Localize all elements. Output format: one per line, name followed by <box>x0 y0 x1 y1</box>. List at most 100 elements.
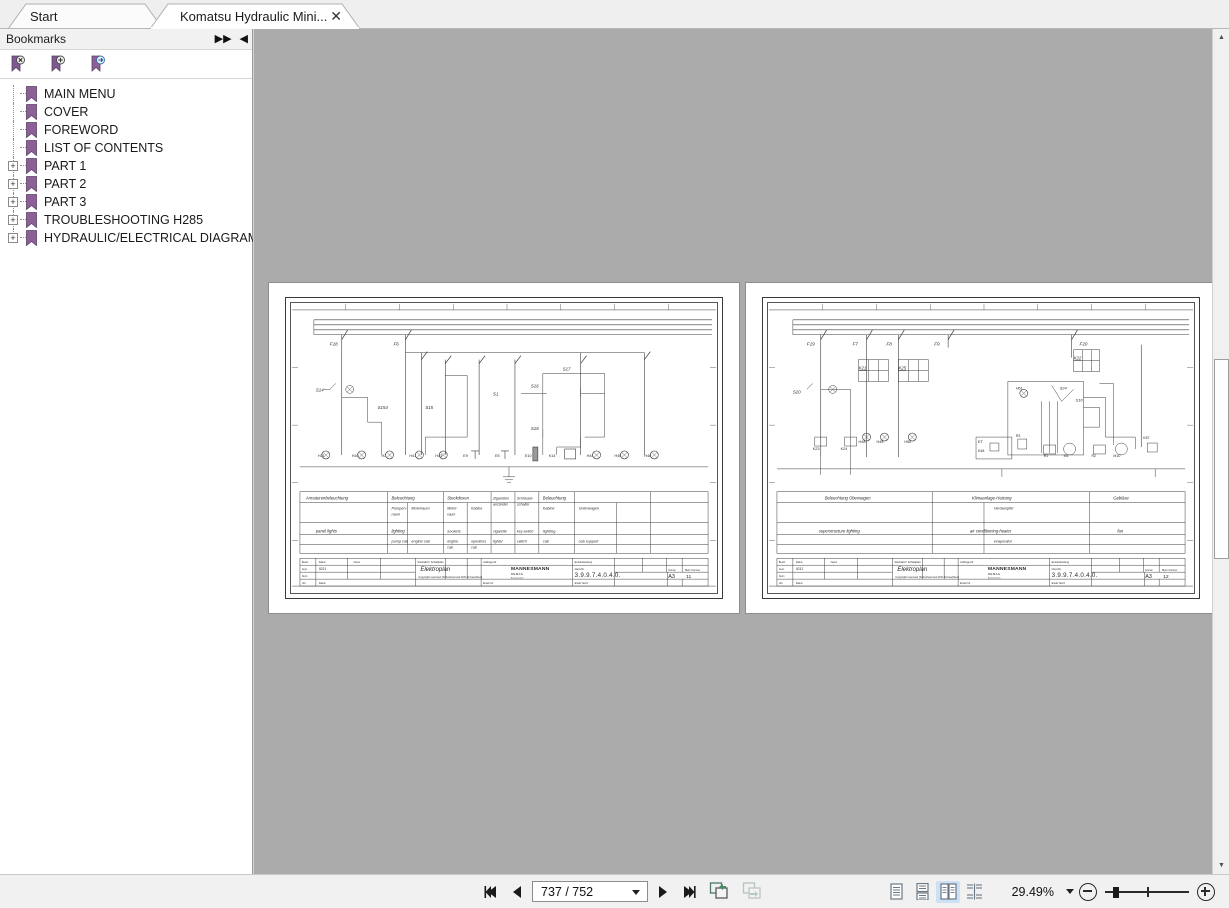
bookmark-item-hydraulic-electrical-diagram[interactable]: + HYDRAULIC/ELECTRICAL DIAGRAM <box>0 229 258 247</box>
svg-text:M10: M10 <box>1113 454 1120 458</box>
tree-line <box>13 103 14 121</box>
tab-bar: Start Komatsu Hydraulic Mini... ✕ <box>0 0 1229 29</box>
bookmark-label: FOREWORD <box>44 123 119 137</box>
bookmark-label: LIST OF CONTENTS <box>44 141 164 155</box>
view-mode-continuous[interactable] <box>910 881 934 903</box>
svg-text:pump cab: pump cab <box>391 539 409 543</box>
svg-text:Baumaschinen: Baumaschinen <box>988 578 1000 580</box>
svg-text:Klimaanlage-Heizung: Klimaanlage-Heizung <box>972 496 1012 501</box>
page-navigation-group: 737 / 752 <box>480 881 766 903</box>
svg-text:Unterwagen: Unterwagen <box>579 507 599 511</box>
svg-text:ET: ET <box>978 439 984 444</box>
scroll-up-icon[interactable]: ▲ <box>1213 29 1229 46</box>
bottom-toolbar: 737 / 752 29.49% <box>0 874 1229 908</box>
svg-text:S14: S14 <box>316 387 324 392</box>
svg-text:S15: S15 <box>425 405 433 410</box>
insert-page-button[interactable] <box>742 881 766 903</box>
svg-text:lighter: lighter <box>493 539 504 543</box>
tab-start[interactable]: Start <box>8 3 163 29</box>
bookmark-item-part-1[interactable]: + PART 1 <box>0 157 252 175</box>
collapse-panel-button[interactable]: ◀ <box>240 34 248 45</box>
extract-page-icon <box>709 881 728 899</box>
next-page-button[interactable] <box>652 881 674 903</box>
view-mode-two-page-continuous[interactable] <box>962 881 986 903</box>
last-page-button[interactable] <box>678 881 700 903</box>
expand-toggle-icon[interactable]: + <box>8 197 18 207</box>
svg-text:Pumpen-: Pumpen- <box>392 507 408 511</box>
svg-text:operators: operators <box>471 539 486 543</box>
expand-toggle-icon[interactable]: + <box>8 233 18 243</box>
zoom-slider[interactable] <box>1105 883 1189 901</box>
svg-text:Elektroplan: Elektroplan <box>897 567 928 573</box>
svg-text:Ersatz für: Ersatz für <box>483 582 493 585</box>
two-page-continuous-icon <box>966 883 982 900</box>
scroll-down-icon[interactable]: ▼ <box>1213 857 1229 874</box>
page-number-value: 737 / 752 <box>541 884 594 899</box>
tab-komatsu-document[interactable]: Komatsu Hydraulic Mini... ✕ <box>150 3 360 29</box>
zoom-slider-thumb[interactable] <box>1113 886 1119 898</box>
svg-text:H21: H21 <box>318 454 325 458</box>
zoom-dropdown-icon[interactable] <box>1066 889 1074 894</box>
bookmark-flag-icon <box>26 86 37 102</box>
svg-text:Verdampfer: Verdampfer <box>994 507 1014 511</box>
pdf-page-right[interactable]: F19 F7 F8 F9 F20 S20 K21 K25 K22 K23 K24… <box>746 283 1212 613</box>
pdf-page-left[interactable]: F18 F6 S14 S154 S15 S1 S16 S18 S17 H21 H… <box>269 283 739 613</box>
bookmark-item-main-menu[interactable]: MAIN MENU <box>0 85 252 103</box>
svg-text:R3: R3 <box>1016 434 1021 438</box>
svg-text:Elektroplan: Elektroplan <box>420 567 451 573</box>
expand-toggle-icon[interactable]: + <box>8 161 18 171</box>
delete-bookmark-icon[interactable] <box>9 55 26 73</box>
bookmark-flag-icon <box>26 194 37 210</box>
svg-text:H51: H51 <box>1016 386 1023 390</box>
zoom-in-button[interactable] <box>1197 882 1215 901</box>
svg-text:S1: S1 <box>493 391 499 396</box>
zoom-level-value: 29.49% <box>1011 884 1054 899</box>
bookmark-item-foreword[interactable]: FOREWORD <box>0 121 252 139</box>
close-icon[interactable]: ✕ <box>330 9 342 23</box>
svg-text:Norm: Norm <box>302 576 308 578</box>
svg-text:3.9.9.7.4.0.4.0.: 3.9.9.7.4.0.4.0. <box>575 572 621 579</box>
bookmark-item-part-2[interactable]: + PART 2 <box>0 175 252 193</box>
svg-text:fan: fan <box>1117 528 1123 533</box>
bookmark-item-list-of-contents[interactable]: LIST OF CONTENTS <box>0 139 252 157</box>
page-number-input[interactable]: 737 / 752 <box>532 881 648 902</box>
bookmark-label: PART 2 <box>44 177 87 191</box>
goto-bookmark-icon[interactable] <box>89 55 106 73</box>
svg-text:Beleuchtung: Beleuchtung <box>543 496 567 501</box>
svg-text:Copyright reserved (Schutzverm: Copyright reserved (Schutzvermerk DIN 34… <box>418 575 482 579</box>
two-page-icon <box>939 883 957 900</box>
first-page-button[interactable] <box>480 881 502 903</box>
bookmark-flag-icon <box>26 230 37 246</box>
svg-text:Ident-Nr.: Ident-Nr. <box>575 567 585 571</box>
svg-text:cab: cab <box>471 545 477 549</box>
expand-toggle-icon[interactable]: + <box>8 215 18 225</box>
expand-all-button[interactable]: ▶▶ <box>215 34 232 45</box>
svg-text:H44: H44 <box>587 454 594 458</box>
bookmark-flag-icon <box>26 140 37 156</box>
svg-text:R2: R2 <box>1091 454 1096 458</box>
add-bookmark-icon[interactable] <box>49 55 66 73</box>
svg-text:Entstehandung: Entstehandung <box>575 560 593 564</box>
svg-text:Verdrahtl / Schaltplan: Verdrahtl / Schaltplan <box>417 560 444 564</box>
svg-text:Baumaschinen: Baumaschinen <box>511 578 523 580</box>
scrollbar-thumb[interactable] <box>1214 359 1229 559</box>
svg-text:K23: K23 <box>813 447 820 451</box>
bookmark-item-cover[interactable]: COVER <box>0 103 252 121</box>
viewer-vertical-scrollbar[interactable]: ▲ ▼ <box>1212 29 1229 874</box>
svg-text:Beleuchtung Oberwagen: Beleuchtung Oberwagen <box>825 496 871 501</box>
svg-text:A3: A3 <box>1145 574 1152 580</box>
view-mode-single-page[interactable] <box>884 881 908 903</box>
view-mode-two-page[interactable] <box>936 880 960 903</box>
svg-text:Kabine: Kabine <box>471 507 482 511</box>
svg-text:K24: K24 <box>841 447 848 451</box>
document-viewer[interactable]: F18 F6 S14 S154 S15 S1 S16 S18 S17 H21 H… <box>254 29 1212 874</box>
expand-toggle-icon[interactable]: + <box>8 179 18 189</box>
zoom-out-button[interactable] <box>1079 882 1097 901</box>
extract-page-button[interactable] <box>709 881 733 903</box>
bookmark-label: HYDRAULIC/ELECTRICAL DIAGRAM <box>44 231 259 245</box>
chevron-down-icon[interactable] <box>632 890 640 895</box>
bookmarks-header-buttons: ▶▶ ◀ <box>215 29 248 50</box>
bookmark-item-troubleshooting-h285[interactable]: + TROUBLESHOOTING H285 <box>0 211 252 229</box>
previous-page-button[interactable] <box>506 881 528 903</box>
bookmark-item-part-3[interactable]: + PART 3 <box>0 193 252 211</box>
